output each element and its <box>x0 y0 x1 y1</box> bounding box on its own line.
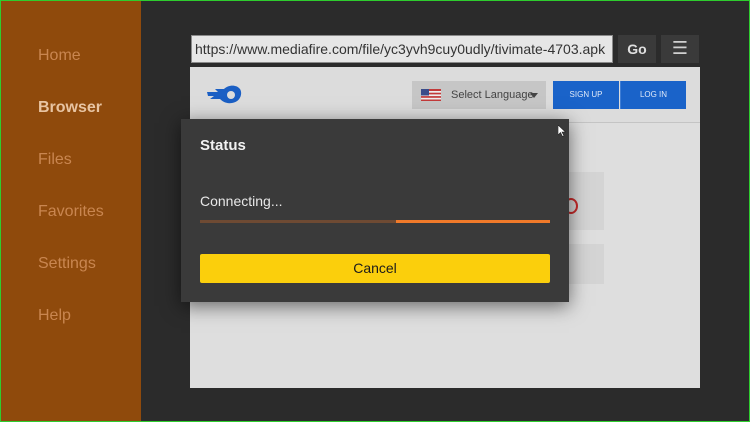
sidebar-item-settings[interactable]: Settings <box>38 255 96 273</box>
sign-up-button[interactable]: SIGN UP <box>553 81 619 109</box>
sidebar: Home Browser Files Favorites Settings He… <box>1 1 141 421</box>
log-in-button[interactable]: LOG IN <box>620 81 686 109</box>
mediafire-logo-icon[interactable] <box>206 83 242 105</box>
sidebar-item-favorites[interactable]: Favorites <box>38 203 104 221</box>
sidebar-item-files[interactable]: Files <box>38 151 72 169</box>
us-flag-icon <box>421 89 441 101</box>
cancel-button[interactable]: Cancel <box>200 254 550 283</box>
url-input[interactable]: https://www.mediafire.com/file/yc3yvh9cu… <box>191 35 613 63</box>
website-header: Select Language SIGN UP LOG IN <box>190 67 700 123</box>
dialog-title: Status <box>200 137 246 154</box>
hamburger-icon[interactable]: ☰ <box>661 35 699 63</box>
sidebar-item-help[interactable]: Help <box>38 307 71 325</box>
progress-bar-fill <box>396 220 550 223</box>
status-text: Connecting... <box>200 193 283 209</box>
mouse-cursor-icon <box>558 125 566 137</box>
language-label: Select Language <box>451 89 534 101</box>
progress-bar <box>200 220 550 223</box>
sidebar-item-home[interactable]: Home <box>38 47 81 65</box>
go-button[interactable]: Go <box>618 35 656 63</box>
status-dialog: Status Connecting... Cancel <box>181 119 569 302</box>
chevron-down-icon <box>530 93 538 98</box>
sidebar-item-browser[interactable]: Browser <box>38 99 102 117</box>
language-select[interactable]: Select Language <box>412 81 546 109</box>
